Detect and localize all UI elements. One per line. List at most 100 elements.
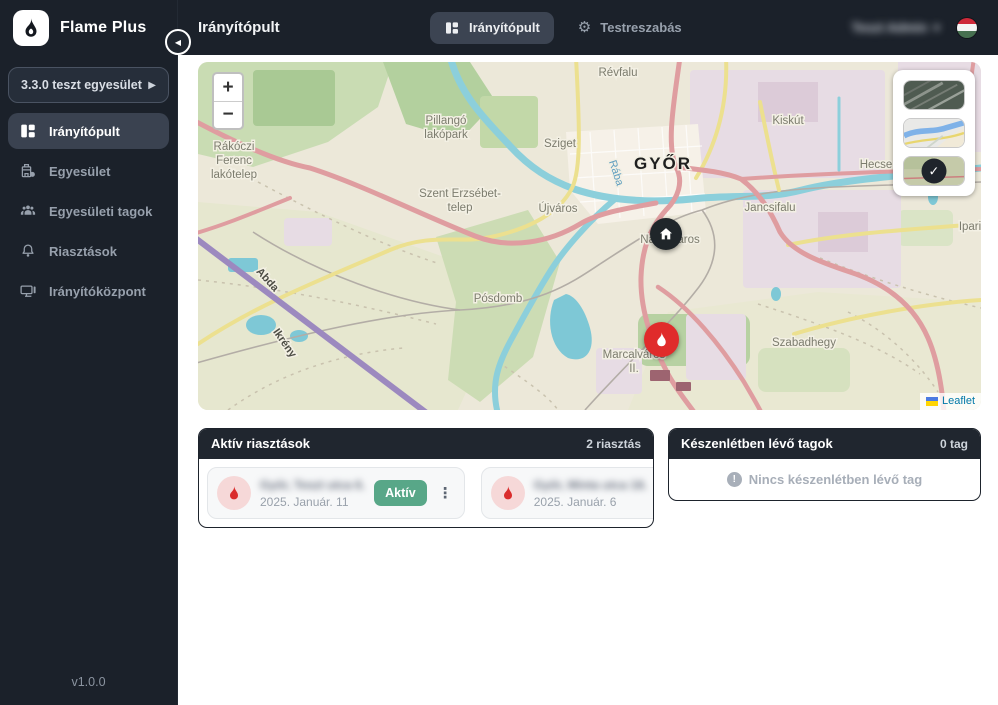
- tab-label: Irányítópult: [469, 20, 540, 35]
- sidebar-item-label: Egyesület: [49, 164, 110, 179]
- flame-logo-icon: [13, 10, 49, 46]
- card-title: Aktív riasztások: [211, 436, 310, 451]
- minus-icon: −: [222, 104, 233, 126]
- topbar: Irányítópult Irányítópult ⚙ Testreszabás…: [178, 0, 998, 55]
- chevron-right-icon: ▶: [148, 80, 156, 91]
- map-label-rakoczi3: lakótelep: [211, 169, 257, 181]
- map-label-pillango2: lakópark: [424, 129, 468, 141]
- alert-text: Győr, Teszt utca 6. 2025. Január. 11: [260, 478, 365, 509]
- gear-icon: ⚙: [578, 20, 591, 35]
- map-label-jancsifalu: Jancsifalu: [744, 202, 795, 214]
- leaflet-link[interactable]: Leaflet: [942, 395, 975, 407]
- standby-members-card: Készenlétben lévő tagok 0 tag ! Nincs ké…: [668, 428, 981, 501]
- dashboard-icon: [19, 122, 37, 140]
- map-label-szent-erzsebet2: telep: [448, 202, 473, 214]
- hungarian-flag-icon[interactable]: [956, 17, 978, 39]
- map-label-ujvaros: Újváros: [539, 202, 578, 215]
- map-label-revfalu: Révfalu: [599, 67, 638, 79]
- satellite-thumbnail: [904, 81, 964, 109]
- alert-text: Győr, Minta utca 18. 2025. Január. 6: [534, 478, 647, 509]
- monitor-icon: [19, 282, 37, 300]
- cards-row: Aktív riasztások 2 riasztás Győr, Teszt …: [198, 428, 981, 528]
- user-name-redacted: Teszt Admin: [852, 20, 928, 35]
- map-attribution: Leaflet: [920, 393, 981, 410]
- map-tiles[interactable]: Révfalu Kiskút Hecse Sziget Pillangó lak…: [198, 62, 981, 410]
- map-label-sziget: Sziget: [544, 138, 577, 150]
- main-content: Révfalu Kiskút Hecse Sziget Pillangó lak…: [178, 55, 998, 705]
- sidebar-item-label: Riasztások: [49, 244, 117, 259]
- sidebar-item-control-center[interactable]: Irányítóközpont: [8, 273, 169, 309]
- map-layers-control: ✓: [893, 70, 975, 196]
- page-title: Irányítópult: [198, 19, 280, 36]
- sidebar-item-label: Egyesületi tagok: [49, 204, 152, 219]
- flame-icon: [500, 485, 516, 501]
- home-base-marker[interactable]: [650, 218, 682, 250]
- sidebar-item-alerts[interactable]: Riasztások: [8, 233, 169, 269]
- sidebar-nav: Irányítópult Egyesület Egyesületi tagok: [0, 111, 177, 311]
- users-icon: [19, 202, 37, 220]
- active-alerts-card: Aktív riasztások 2 riasztás Győr, Teszt …: [198, 428, 654, 528]
- app-window: Flame Plus 3.3.0 teszt egyesület ▶ Irány…: [0, 0, 998, 705]
- map-label-city-gyor: GYŐR: [634, 154, 692, 173]
- alert-flame-badge: [491, 476, 525, 510]
- map-label-hecse: Hecse: [860, 159, 893, 171]
- dashboard-icon: [444, 20, 460, 36]
- info-icon: !: [727, 472, 742, 487]
- organization-selector-label: 3.3.0 teszt egyesület: [21, 78, 142, 92]
- selected-layer-check-icon: ✓: [922, 159, 947, 184]
- map-label-marcalvaros2: II.: [629, 363, 639, 375]
- map-label-rakoczi: Rákóczi: [214, 141, 255, 153]
- zoom-out-button[interactable]: −: [214, 101, 242, 128]
- sidebar-item-label: Irányítóközpont: [49, 284, 146, 299]
- map-container[interactable]: Révfalu Kiskút Hecse Sziget Pillangó lak…: [198, 62, 981, 410]
- map-label-szabadhegy: Szabadhegy: [772, 337, 836, 349]
- brand-name: Flame Plus: [60, 19, 146, 37]
- organization-selector[interactable]: 3.3.0 teszt egyesület ▶: [8, 67, 169, 103]
- flame-icon: [653, 331, 670, 348]
- empty-state-message: Nincs készenlétben lévő tag: [749, 472, 922, 487]
- map-zoom-control: + −: [212, 72, 244, 130]
- home-icon: [658, 226, 674, 242]
- topbar-tabs: Irányítópult ⚙ Testreszabás: [430, 0, 696, 55]
- collapse-arrow-icon: ◀: [175, 38, 181, 47]
- map-label-rakoczi2: Ferenc: [216, 155, 252, 167]
- zoom-in-button[interactable]: +: [214, 74, 242, 101]
- alert-item[interactable]: Győr, Minta utca 18. 2025. Január. 6 Akt…: [481, 467, 654, 519]
- alert-date: 2025. Január. 11: [260, 495, 365, 509]
- sidebar: Flame Plus 3.3.0 teszt egyesület ▶ Irány…: [0, 0, 178, 705]
- sidebar-collapse-button[interactable]: ◀: [165, 29, 191, 55]
- building-icon: [19, 162, 37, 180]
- sidebar-item-dashboard[interactable]: Irányítópult: [8, 113, 169, 149]
- bell-icon: [19, 242, 37, 260]
- layer-option-streets[interactable]: [903, 118, 965, 148]
- sidebar-item-members[interactable]: Egyesületi tagok: [8, 193, 169, 229]
- tab-label: Testreszabás: [600, 20, 681, 35]
- active-alerts-header: Aktív riasztások 2 riasztás: [199, 429, 653, 459]
- active-alerts-body: Győr, Teszt utca 6. 2025. Január. 11 Akt…: [199, 459, 653, 527]
- streets-thumbnail: [904, 119, 964, 147]
- fire-alert-marker[interactable]: [644, 322, 679, 357]
- layer-option-terrain-selected[interactable]: ✓: [903, 156, 965, 186]
- tab-dashboard[interactable]: Irányítópult: [430, 12, 554, 44]
- map-label-posdomb: Pósdomb: [474, 293, 523, 305]
- alert-date: 2025. Január. 6: [534, 495, 647, 509]
- alert-flame-badge: [217, 476, 251, 510]
- map-label-kiskut: Kiskút: [772, 115, 804, 127]
- map-label-pillango: Pillangó: [426, 115, 467, 127]
- map-label-szent-erzsebet: Szent Erzsébet-: [419, 188, 501, 200]
- alert-menu-button[interactable]: ⋮: [436, 484, 455, 502]
- user-menu[interactable]: Teszt Admin ▾: [852, 20, 940, 36]
- members-count-badge: 0 tag: [940, 437, 968, 451]
- sidebar-item-association[interactable]: Egyesület: [8, 153, 169, 189]
- alert-title-redacted: Győr, Minta utca 18.: [534, 478, 647, 492]
- card-title: Készenlétben lévő tagok: [681, 436, 833, 451]
- plus-icon: +: [222, 77, 233, 99]
- topbar-right: Teszt Admin ▾: [852, 17, 978, 39]
- layer-option-satellite[interactable]: [903, 80, 965, 110]
- sidebar-item-label: Irányítópult: [49, 124, 120, 139]
- brand-header: Flame Plus: [0, 0, 177, 55]
- alert-item[interactable]: Győr, Teszt utca 6. 2025. Január. 11 Akt…: [207, 467, 465, 519]
- alerts-count-badge: 2 riasztás: [586, 437, 641, 451]
- tab-customization[interactable]: ⚙ Testreszabás: [564, 12, 696, 43]
- standby-members-body: ! Nincs készenlétben lévő tag: [669, 459, 980, 500]
